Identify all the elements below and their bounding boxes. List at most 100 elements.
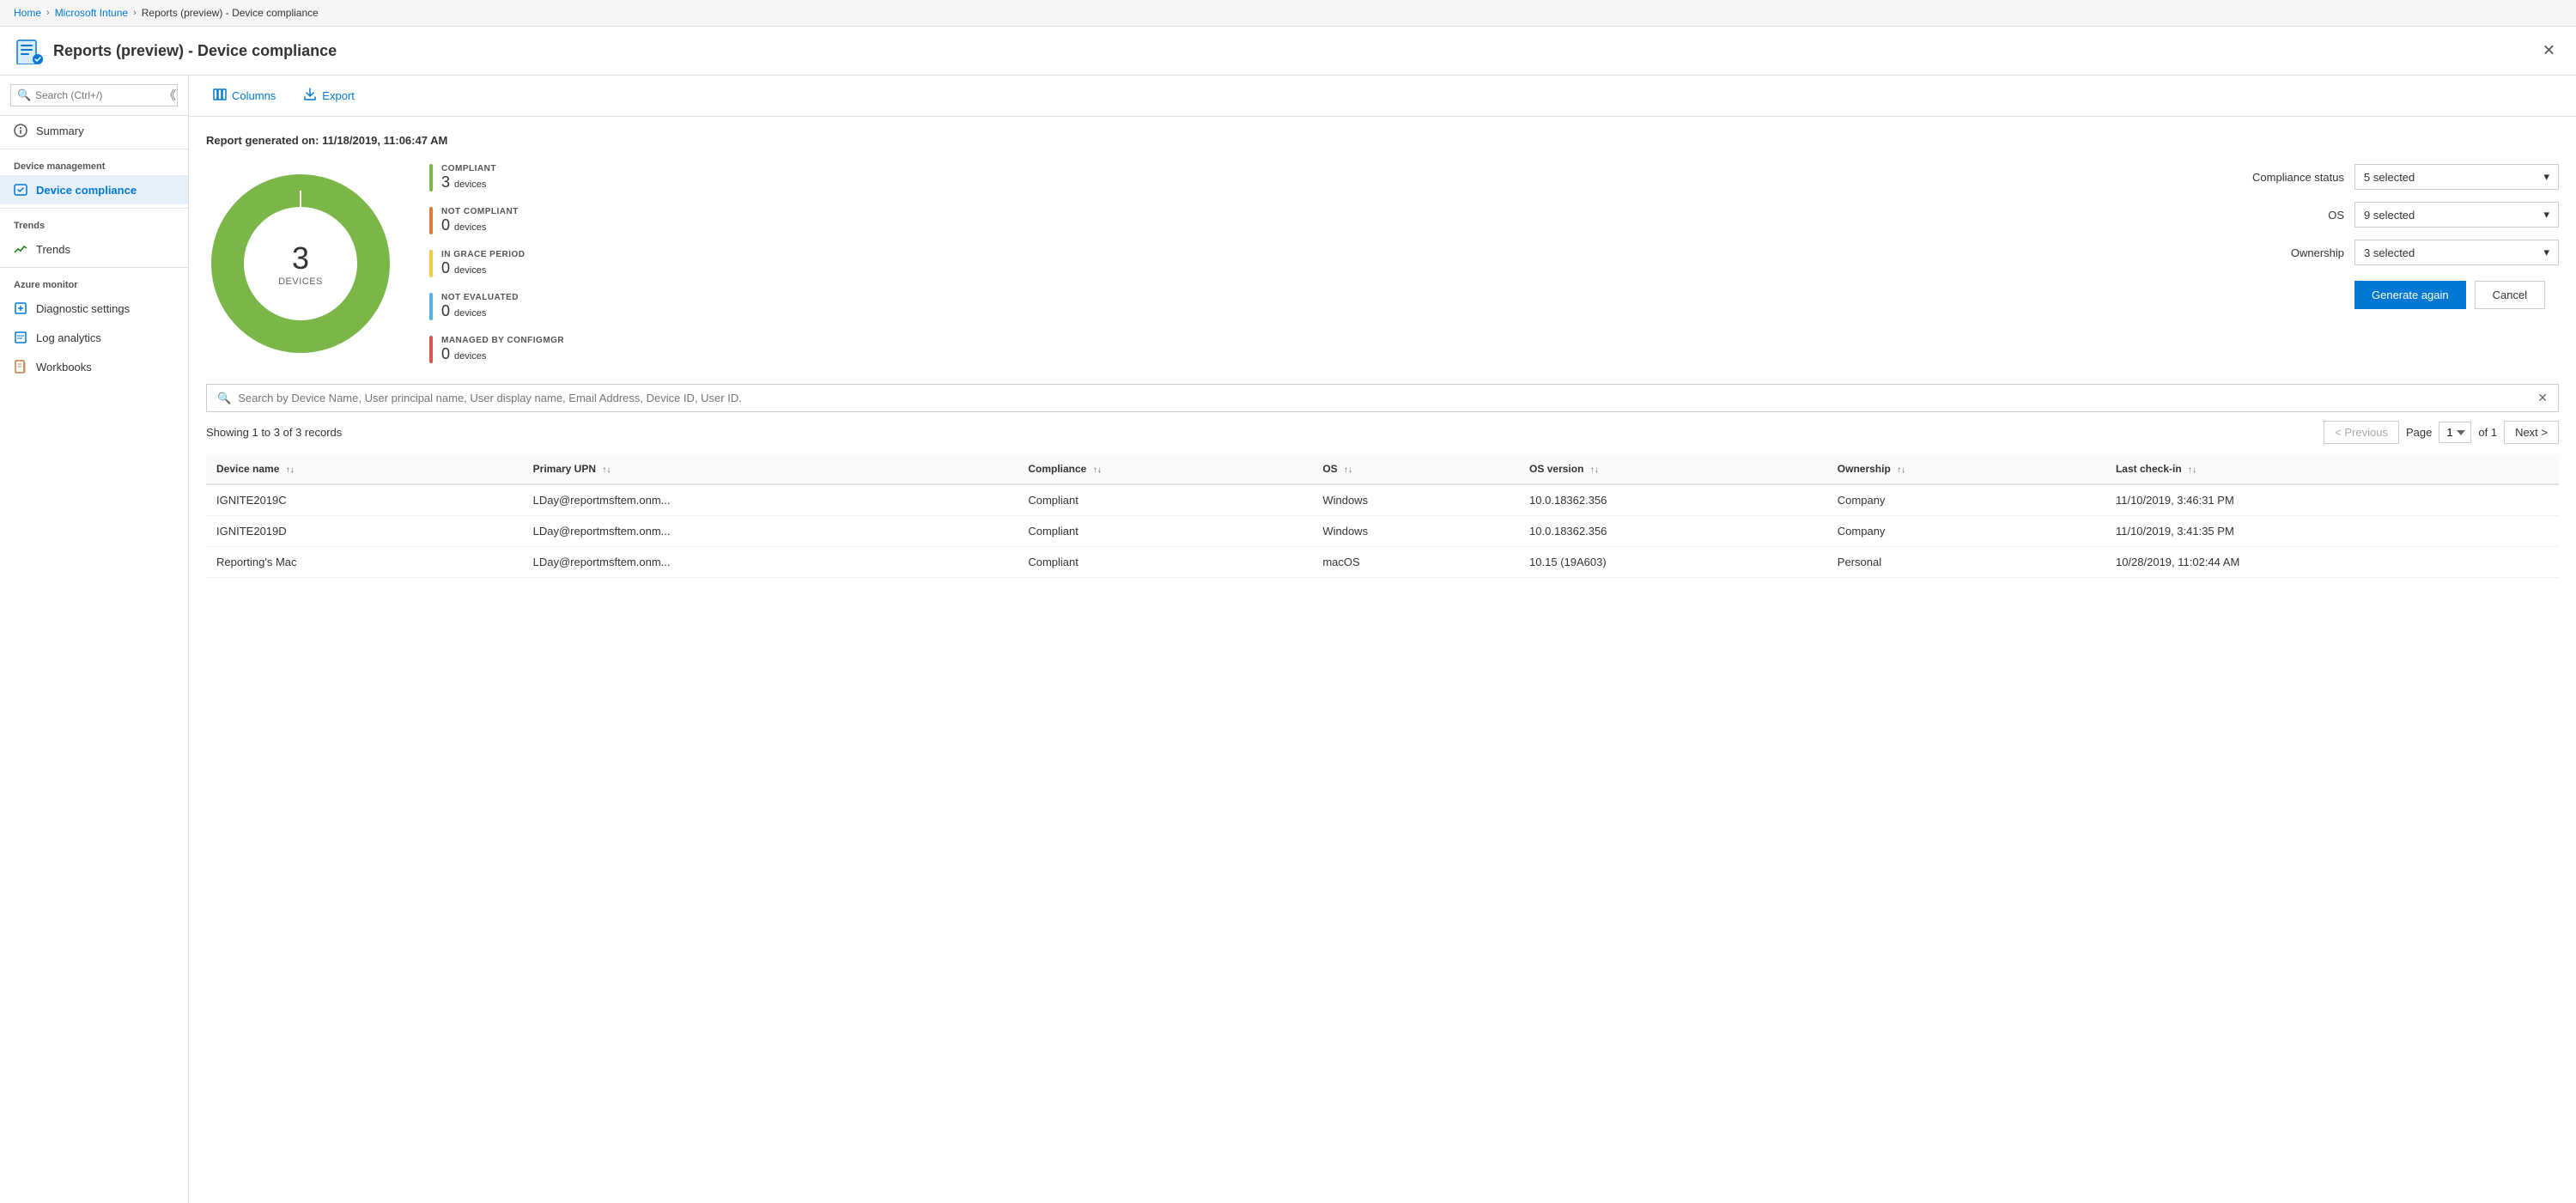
col-device-name: Device name ↑↓ bbox=[206, 454, 523, 484]
col-last-checkin: Last check-in ↑↓ bbox=[2105, 454, 2559, 484]
columns-button[interactable]: Columns bbox=[206, 84, 283, 107]
filter-label-os: OS bbox=[2233, 209, 2344, 222]
sort-icon-device-name[interactable]: ↑↓ bbox=[286, 465, 295, 475]
table-row: IGNITE2019DLDay@reportmsftem.onm...Compl… bbox=[206, 516, 2559, 547]
legend-bar-grace bbox=[429, 250, 433, 277]
sidebar-item-label-device-compliance: Device compliance bbox=[36, 184, 137, 197]
sidebar-item-device-compliance[interactable]: Device compliance bbox=[0, 175, 188, 204]
export-label: Export bbox=[322, 89, 355, 102]
legend-item-4: MANAGED BY CONFIGMGR 0 devices bbox=[429, 336, 564, 363]
table-body: IGNITE2019CLDay@reportmsftem.onm...Compl… bbox=[206, 484, 2559, 578]
legend-status-configmgr: MANAGED BY CONFIGMGR bbox=[441, 336, 564, 345]
donut-number: 3 bbox=[278, 240, 323, 276]
search-clear-button[interactable]: ✕ bbox=[2537, 391, 2548, 405]
generate-again-button[interactable]: Generate again bbox=[2354, 281, 2466, 309]
page-select[interactable]: 1 bbox=[2439, 422, 2471, 443]
sidebar-item-label-trends: Trends bbox=[36, 243, 70, 256]
previous-button[interactable]: < Previous bbox=[2324, 421, 2399, 444]
legend-status-compliant: COMPLIANT bbox=[441, 164, 496, 173]
page-label: Page bbox=[2406, 426, 2432, 439]
cell-compliance: Compliant bbox=[1018, 516, 1312, 547]
page-header: Reports (preview) - Device compliance ✕ bbox=[0, 27, 2576, 76]
breadcrumb-home[interactable]: Home bbox=[14, 7, 41, 19]
legend-status-not-evaluated: NOT EVALUATED bbox=[441, 293, 519, 302]
sidebar-item-label-summary: Summary bbox=[36, 125, 84, 137]
legend-bar-configmgr bbox=[429, 336, 433, 363]
search-input[interactable] bbox=[238, 392, 2530, 404]
sidebar-collapse-button[interactable]: 《 bbox=[164, 87, 176, 104]
cell-ownership: Company bbox=[1827, 516, 2105, 547]
summary-icon bbox=[14, 124, 27, 137]
sidebar-item-workbooks[interactable]: Workbooks bbox=[0, 352, 188, 381]
export-button[interactable]: Export bbox=[296, 84, 361, 107]
legend-text-configmgr: MANAGED BY CONFIGMGR 0 devices bbox=[441, 336, 564, 363]
cell-os_version: 10.0.18362.356 bbox=[1519, 516, 1827, 547]
data-table: Device name ↑↓ Primary UPN ↑↓ Compliance… bbox=[206, 454, 2559, 578]
sidebar-divider-3 bbox=[0, 267, 188, 268]
cell-device_name: IGNITE2019C bbox=[206, 484, 523, 516]
pagination-row: Showing 1 to 3 of 3 records < Previous P… bbox=[206, 421, 2559, 444]
donut-label: DEVICES bbox=[278, 276, 323, 287]
table-row: IGNITE2019CLDay@reportmsftem.onm...Compl… bbox=[206, 484, 2559, 516]
sidebar-item-log-analytics[interactable]: Log analytics bbox=[0, 323, 188, 352]
os-dropdown[interactable]: 9 selected ▾ bbox=[2354, 202, 2559, 228]
sidebar-item-diagnostic-settings[interactable]: Diagnostic settings bbox=[0, 294, 188, 323]
ownership-dropdown[interactable]: 3 selected ▾ bbox=[2354, 240, 2559, 265]
sidebar-search-input[interactable] bbox=[10, 84, 178, 106]
filter-label-compliance: Compliance status bbox=[2233, 171, 2344, 184]
sidebar-item-label-workbooks: Workbooks bbox=[36, 361, 92, 374]
sidebar-item-summary[interactable]: Summary bbox=[0, 116, 188, 145]
toolbar: Columns Export bbox=[189, 76, 2576, 117]
sidebar: 🔍 《 Summary Device management D bbox=[0, 76, 189, 1203]
filter-row-ownership: Ownership 3 selected ▾ bbox=[2233, 240, 2559, 265]
sidebar-group-device-management: Device management bbox=[0, 153, 188, 175]
legend-text-not-evaluated: NOT EVALUATED 0 devices bbox=[441, 293, 519, 320]
chart-filter-row: 3 DEVICES COMPLIANT 3 devices bbox=[206, 164, 2559, 363]
sidebar-divider-2 bbox=[0, 208, 188, 209]
columns-icon bbox=[213, 88, 227, 104]
sort-icon-os[interactable]: ↑↓ bbox=[1344, 465, 1352, 475]
ownership-dropdown-chevron: ▾ bbox=[2543, 246, 2549, 259]
search-bar-icon: 🔍 bbox=[217, 392, 231, 405]
table-header: Device name ↑↓ Primary UPN ↑↓ Compliance… bbox=[206, 454, 2559, 484]
cell-compliance: Compliant bbox=[1018, 484, 1312, 516]
sidebar-group-azure-monitor: Azure monitor bbox=[0, 271, 188, 294]
log-analytics-icon bbox=[14, 331, 27, 344]
sort-icon-os-version[interactable]: ↑↓ bbox=[1590, 465, 1599, 475]
cancel-button[interactable]: Cancel bbox=[2475, 281, 2545, 309]
breadcrumb-intune[interactable]: Microsoft Intune bbox=[55, 7, 128, 19]
device-compliance-icon bbox=[14, 183, 27, 197]
cell-os_version: 10.15 (19A603) bbox=[1519, 547, 1827, 578]
sidebar-nav: Summary Device management Device complia… bbox=[0, 116, 188, 381]
legend-bar-not-compliant bbox=[429, 207, 433, 234]
cell-last_checkin: 11/10/2019, 3:41:35 PM bbox=[2105, 516, 2559, 547]
cell-os: Windows bbox=[1312, 516, 1519, 547]
cell-primary_upn: LDay@reportmsftem.onm... bbox=[523, 516, 1018, 547]
close-button[interactable]: ✕ bbox=[2536, 39, 2562, 64]
showing-text: Showing 1 to 3 of 3 records bbox=[206, 426, 342, 439]
legend-count-grace: 0 devices bbox=[441, 259, 526, 277]
filter-row-compliance: Compliance status 5 selected ▾ bbox=[2233, 164, 2559, 190]
breadcrumb: Home › Microsoft Intune › Reports (previ… bbox=[0, 0, 2576, 27]
cell-os_version: 10.0.18362.356 bbox=[1519, 484, 1827, 516]
os-value: 9 selected bbox=[2364, 209, 2415, 222]
legend-count-compliant: 3 devices bbox=[441, 173, 496, 191]
breadcrumb-sep2: › bbox=[133, 8, 137, 18]
sort-icon-primary-upn[interactable]: ↑↓ bbox=[602, 465, 611, 475]
compliance-status-dropdown[interactable]: 5 selected ▾ bbox=[2354, 164, 2559, 190]
sort-icon-ownership[interactable]: ↑↓ bbox=[1897, 465, 1905, 475]
next-button[interactable]: Next > bbox=[2504, 421, 2559, 444]
legend-bar-not-evaluated bbox=[429, 293, 433, 320]
sidebar-item-trends[interactable]: Trends bbox=[0, 234, 188, 264]
cell-compliance: Compliant bbox=[1018, 547, 1312, 578]
cell-device_name: Reporting's Mac bbox=[206, 547, 523, 578]
legend-count-not-evaluated: 0 devices bbox=[441, 302, 519, 320]
filter-panel: Compliance status 5 selected ▾ OS 9 sele… bbox=[2233, 164, 2559, 309]
sort-icon-compliance[interactable]: ↑↓ bbox=[1093, 465, 1102, 475]
legend-bar-compliant bbox=[429, 164, 433, 191]
sort-icon-last-checkin[interactable]: ↑↓ bbox=[2188, 465, 2196, 475]
legend-item-1: NOT COMPLIANT 0 devices bbox=[429, 207, 564, 234]
table-row: Reporting's MacLDay@reportmsftem.onm...C… bbox=[206, 547, 2559, 578]
donut-center: 3 DEVICES bbox=[278, 240, 323, 287]
pagination-controls: < Previous Page 1 of 1 Next > bbox=[2324, 421, 2559, 444]
